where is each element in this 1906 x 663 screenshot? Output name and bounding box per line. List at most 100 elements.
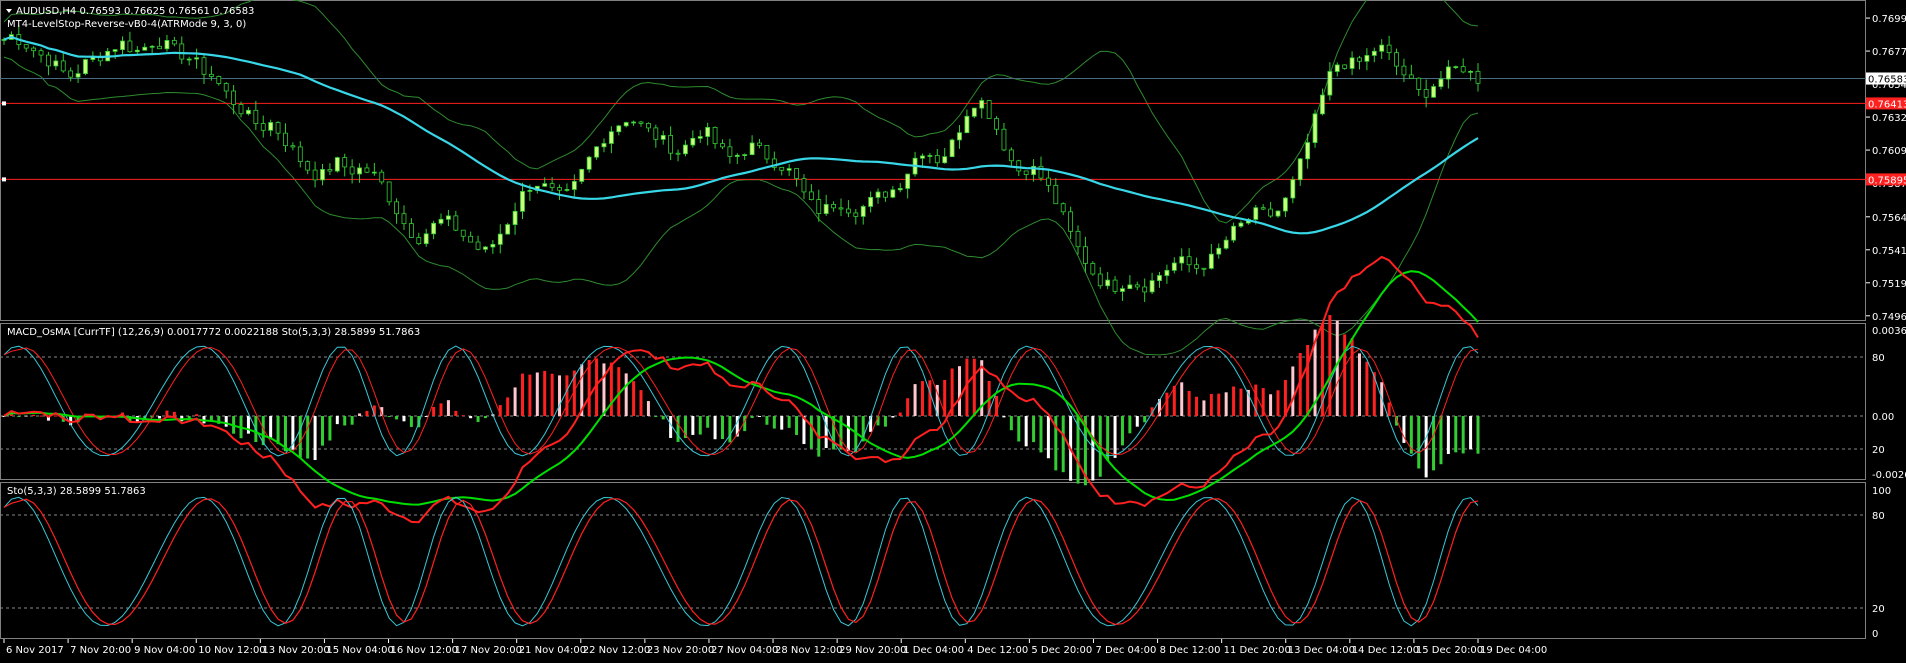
candle-body: [1157, 275, 1162, 282]
candle-body: [579, 168, 585, 182]
macd-histogram-bar: [17, 416, 21, 417]
candle-body: [986, 100, 992, 119]
macd-histogram-bar: [1009, 416, 1013, 431]
candle-body: [60, 60, 66, 72]
time-tick-label: 14 Dec 12:00: [1352, 645, 1419, 656]
candle-body: [327, 169, 333, 172]
candle-body: [1075, 230, 1081, 248]
candle-body: [68, 70, 74, 78]
macd-histogram-bar: [1439, 416, 1443, 465]
candle-body: [1327, 71, 1333, 96]
macd-axis-label: -0.002645: [1872, 470, 1906, 481]
chart-window[interactable]: 0.769950.767700.765450.763200.760950.758…: [0, 0, 1906, 659]
time-tick-label: 9 Nov 04:00: [134, 645, 195, 656]
price-tick-label: 0.76770: [1872, 47, 1906, 58]
candle-body: [883, 191, 888, 198]
candle-body: [1305, 142, 1311, 160]
macd-histogram-bar: [765, 416, 769, 425]
candle-body: [1068, 211, 1074, 232]
candle-body: [1445, 66, 1451, 80]
candle-body: [1468, 70, 1473, 73]
candle-body: [1216, 247, 1222, 255]
candle-body: [1179, 256, 1185, 264]
current-price-label: 0.76583: [1868, 74, 1906, 85]
macd-histogram-bar: [1039, 416, 1043, 453]
macd-histogram-bar: [306, 416, 310, 459]
macd-histogram-bar: [1217, 393, 1221, 416]
macd-histogram-bar: [1061, 416, 1065, 473]
candle-body: [1142, 286, 1148, 293]
time-tick-label: 13 Nov 20:00: [262, 645, 329, 656]
candle-body: [1357, 57, 1362, 62]
candle-body: [786, 168, 792, 171]
candle-body: [779, 166, 785, 171]
macd-histogram-bar: [1195, 396, 1199, 416]
candle-body: [1201, 267, 1207, 270]
macd-histogram-bar: [298, 416, 302, 458]
candle-body: [527, 190, 533, 192]
candle-body: [690, 137, 696, 146]
candle-body: [1260, 207, 1266, 210]
time-tick-label: 17 Nov 20:00: [455, 645, 522, 656]
candle-body: [757, 142, 762, 146]
time-tick-label: 13 Dec 04:00: [1288, 645, 1355, 656]
macd-histogram-bar: [706, 416, 710, 428]
candle-body: [1120, 288, 1125, 292]
macd-histogram-bar: [1165, 392, 1169, 416]
macd-histogram-bar: [1224, 392, 1228, 416]
price-tick-label: 0.74965: [1872, 312, 1906, 323]
candle-body: [1349, 57, 1355, 69]
macd-histogram-bar: [1232, 386, 1236, 416]
macd-histogram-bar: [54, 415, 58, 417]
candle-body: [586, 156, 592, 170]
candle-body: [1275, 210, 1281, 217]
time-tick-label: 7 Dec 04:00: [1095, 645, 1156, 656]
macd-histogram-bar: [1357, 353, 1361, 416]
candle-body: [1460, 66, 1466, 73]
candle-body: [979, 100, 985, 109]
macd-axis-label: 0.003643: [1872, 326, 1906, 337]
candle-body: [223, 83, 229, 92]
candle-body: [468, 235, 474, 243]
candle-body: [549, 183, 555, 188]
candle-body: [1268, 208, 1274, 217]
macd-histogram-bar: [661, 416, 665, 420]
macd-histogram-bar: [483, 416, 487, 419]
chart-canvas[interactable]: 0.769950.767700.765450.763200.760950.758…: [0, 0, 1906, 659]
candle-body: [349, 166, 355, 175]
macd-histogram-bar: [402, 416, 406, 422]
candle-body: [431, 222, 437, 235]
candle-body: [1112, 279, 1118, 292]
candle-body: [734, 154, 740, 157]
macd-histogram-bar: [461, 415, 465, 417]
candle-body: [520, 191, 525, 212]
macd-histogram-bar: [1476, 416, 1480, 454]
macd-histogram-bar: [195, 414, 199, 416]
candle-body: [453, 215, 459, 231]
macd-histogram-bar: [1454, 416, 1458, 453]
macd-histogram-bar: [654, 416, 658, 417]
candle-body: [379, 171, 385, 183]
macd-histogram-bar: [1180, 382, 1184, 416]
candle-body: [1342, 64, 1348, 69]
candle-body: [542, 183, 548, 187]
candle-body: [794, 168, 799, 179]
time-tick-label: 8 Dec 12:00: [1160, 645, 1221, 656]
candle-body: [238, 104, 244, 115]
price-tick-label: 0.76995: [1872, 14, 1906, 25]
candle-body: [668, 135, 674, 154]
macd-histogram-bar: [328, 416, 332, 441]
macd-histogram-bar: [313, 416, 317, 461]
macd-histogram-bar: [1113, 416, 1117, 458]
macd-histogram-bar: [387, 416, 391, 417]
candle-body: [749, 142, 755, 156]
candle-body: [246, 109, 251, 115]
macd-histogram-bar: [1239, 388, 1243, 416]
macd-axis-label: 20: [1872, 445, 1885, 456]
candle-body: [934, 155, 940, 164]
macd-histogram-bar: [1017, 416, 1021, 442]
macd-histogram-bar: [1446, 416, 1450, 455]
macd-histogram-bar: [713, 416, 717, 440]
candle-body: [357, 167, 362, 175]
macd-histogram-bar: [409, 416, 413, 427]
